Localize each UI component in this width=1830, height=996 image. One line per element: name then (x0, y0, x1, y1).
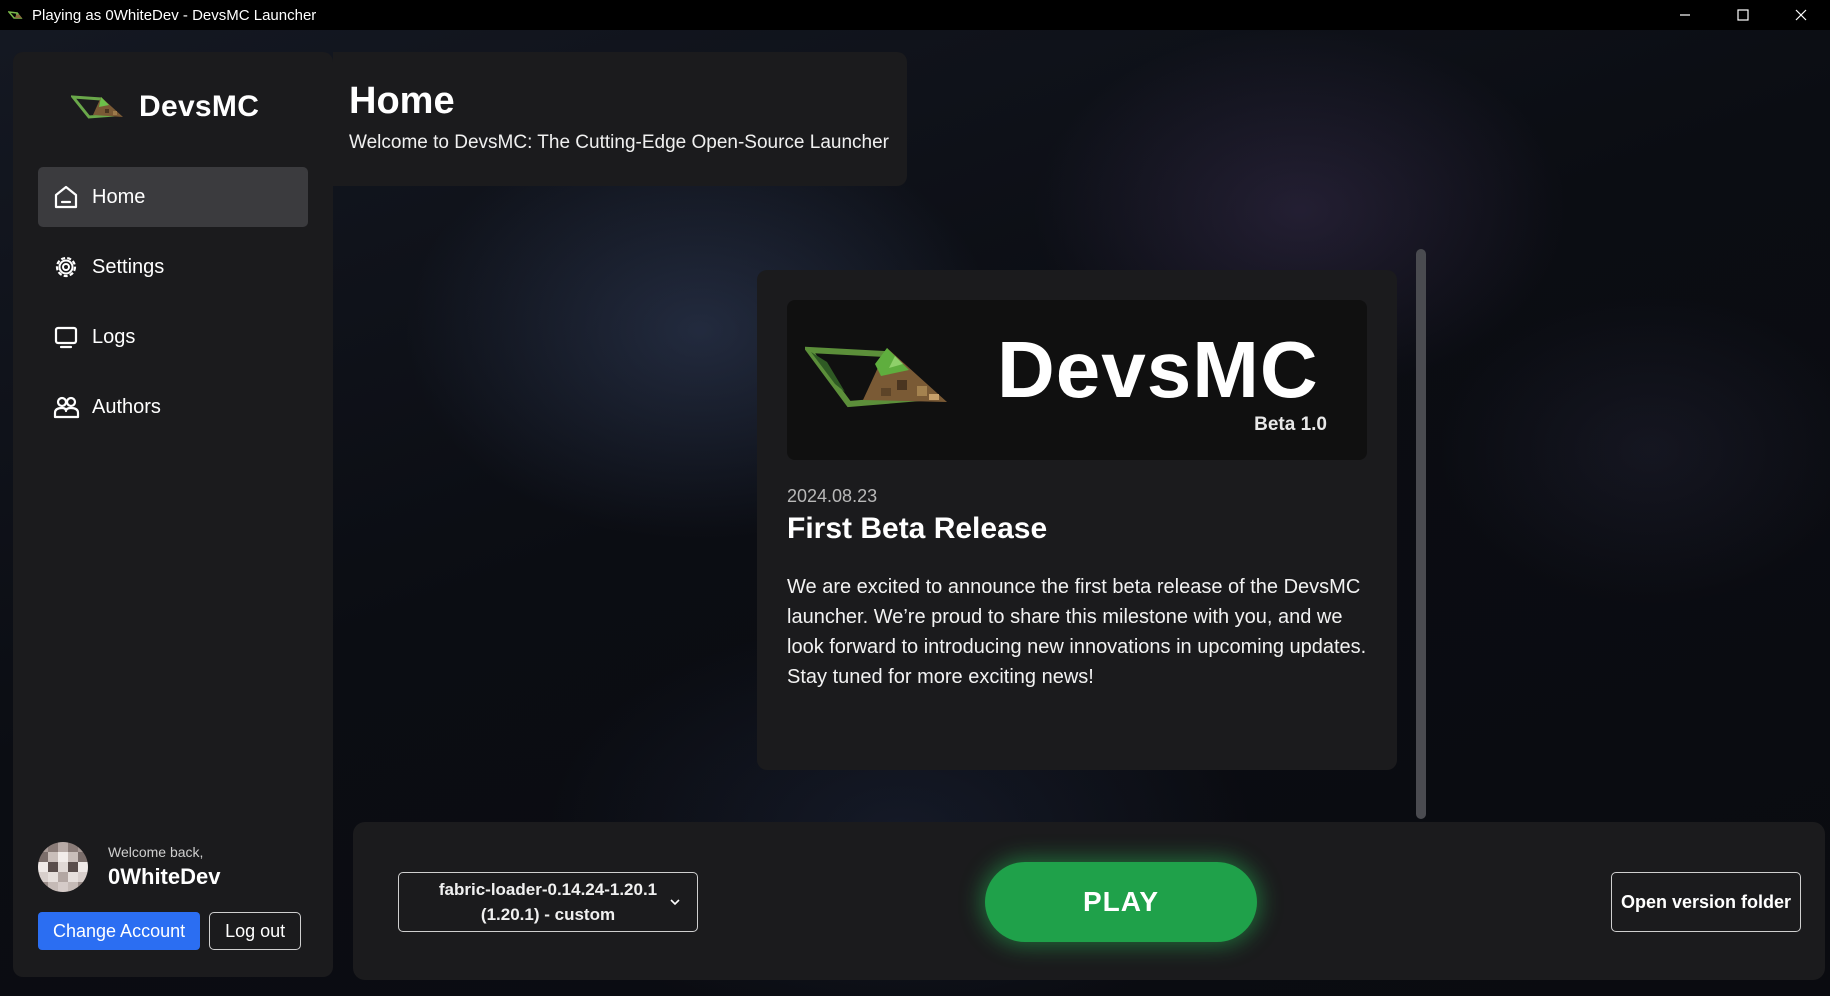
gear-icon (55, 256, 77, 278)
minimize-button[interactable] (1656, 0, 1714, 30)
window-controls (1656, 0, 1830, 30)
version-detail: (1.20.1) - custom (480, 905, 616, 924)
open-version-folder-button[interactable]: Open version folder (1611, 872, 1801, 932)
logout-button[interactable]: Log out (209, 912, 302, 950)
user-panel: Welcome back, 0WhiteDev Change Account L… (38, 842, 302, 950)
monitor-icon (54, 326, 78, 349)
news-date: 2024.08.23 (787, 486, 878, 506)
launch-bar: fabric-loader-0.14.24-1.20.1 (1.20.1) - … (353, 822, 1825, 980)
news-scrollbar[interactable] (1416, 249, 1426, 819)
window-title: Playing as 0WhiteDev - DevsMC Launcher (32, 6, 317, 24)
title-bar: Playing as 0WhiteDev - DevsMC Launcher (0, 0, 1830, 30)
news-banner: DevsMC Beta 1.0 (787, 300, 1367, 460)
users-icon (53, 396, 80, 419)
sidebar-item-label: Authors (92, 395, 161, 418)
avatar (38, 842, 88, 892)
app-logo-icon (8, 11, 23, 19)
change-account-button[interactable]: Change Account (38, 912, 201, 950)
page-title: Home (349, 80, 455, 122)
username: 0WhiteDev (108, 864, 221, 889)
close-icon (1795, 9, 1807, 21)
home-icon (54, 185, 78, 209)
maximize-button[interactable] (1714, 0, 1772, 30)
devsmc-logo-icon (805, 346, 947, 408)
version-select[interactable]: fabric-loader-0.14.24-1.20.1 (1.20.1) - … (398, 872, 698, 932)
welcome-text: Welcome back, (108, 844, 204, 860)
sidebar-item-settings[interactable]: Settings (38, 237, 308, 297)
news-card: DevsMC Beta 1.0 2024.08.23 First Beta Re… (757, 270, 1397, 770)
close-button[interactable] (1772, 0, 1830, 30)
sidebar-item-label: Settings (92, 255, 165, 278)
minimize-icon (1680, 14, 1690, 16)
sidebar: DevsMC Home Settings Logs Authors Welcom… (13, 52, 333, 977)
sidebar-item-authors[interactable]: Authors (38, 377, 308, 437)
devsmc-logo-icon (71, 95, 123, 119)
banner-title: DevsMC (997, 325, 1319, 414)
page-subtitle: Welcome to DevsMC: The Cutting-Edge Open… (349, 132, 890, 153)
news-body: We are excited to announce the first bet… (787, 576, 1367, 688)
news-title: First Beta Release (787, 512, 1048, 545)
version-name: fabric-loader-0.14.24-1.20.1 (438, 880, 658, 899)
page-header: Home Welcome to DevsMC: The Cutting-Edge… (333, 52, 907, 186)
brand: DevsMC (71, 90, 259, 124)
chevron-down-icon (670, 899, 680, 906)
brand-name: DevsMC (139, 90, 260, 123)
banner-version: Beta 1.0 (1254, 414, 1327, 435)
sidebar-item-logs[interactable]: Logs (38, 307, 308, 367)
sidebar-nav: Home Settings Logs Authors (38, 167, 308, 447)
maximize-icon (1737, 9, 1749, 21)
version-selected-value: fabric-loader-0.14.24-1.20.1 (1.20.1) - … (428, 877, 668, 927)
sidebar-item-label: Logs (92, 325, 136, 348)
sidebar-item-label: Home (92, 185, 146, 208)
sidebar-item-home[interactable]: Home (38, 167, 308, 227)
play-button[interactable]: PLAY (985, 862, 1257, 942)
